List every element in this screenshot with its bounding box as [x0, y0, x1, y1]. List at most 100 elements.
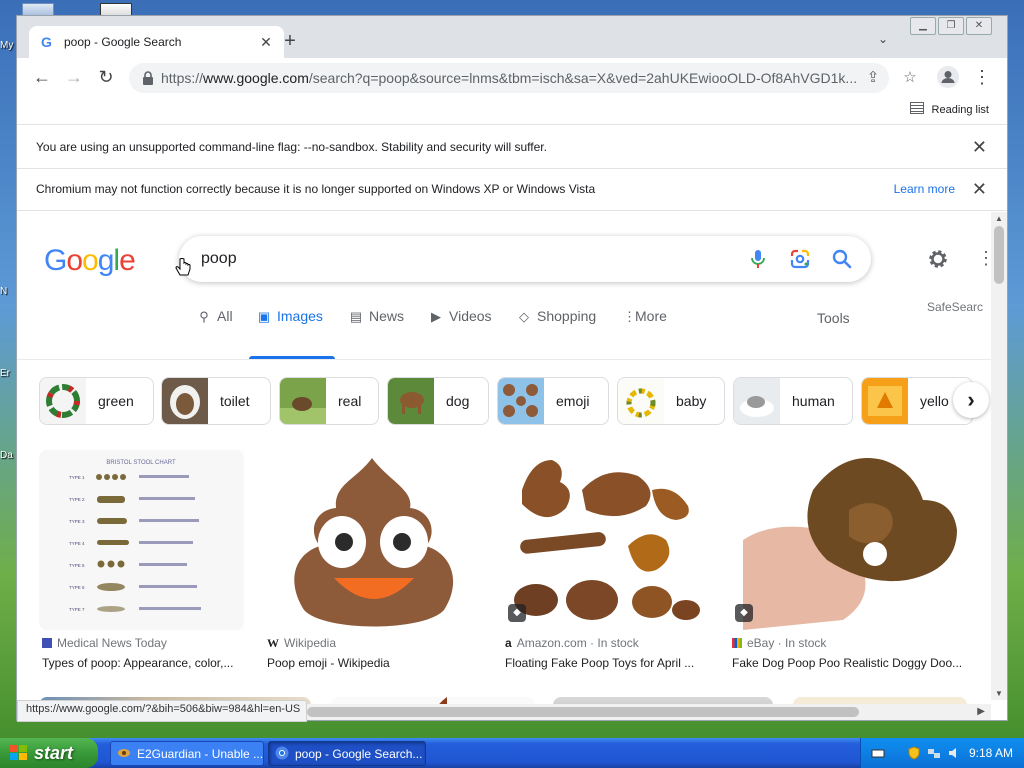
tab-news[interactable]: ▤ News	[349, 308, 404, 325]
apps-menu-icon[interactable]: ⋮	[977, 248, 991, 269]
e2guardian-icon	[118, 749, 130, 757]
tab-label: Images	[277, 308, 323, 324]
chip-emoji[interactable]: emoji	[497, 377, 609, 425]
chevron-right-icon[interactable]: ›	[953, 382, 989, 418]
search-icon: ⚲	[199, 309, 209, 324]
volume-icon[interactable]	[947, 746, 961, 760]
image-result-partial[interactable]	[331, 697, 535, 704]
result-title[interactable]: Floating Fake Poop Toys for April ...	[505, 656, 694, 670]
fake-dog-poop-image	[729, 450, 967, 630]
minimize-button[interactable]: ▁	[910, 17, 936, 35]
taskbar-item-label: poop - Google Search...	[295, 747, 423, 761]
search-input[interactable]: poop	[201, 250, 237, 268]
google-lens-icon[interactable]	[789, 248, 811, 270]
chip-human[interactable]: human	[733, 377, 853, 425]
back-button[interactable]: ←	[31, 66, 53, 88]
new-tab-button[interactable]: +	[279, 30, 301, 52]
search-box[interactable]: poop	[179, 236, 871, 282]
tab-more[interactable]: ⋮More	[623, 308, 667, 325]
image-result[interactable]: W Wikipedia Poop emoji - Wikipedia	[264, 450, 484, 680]
chip-real[interactable]: real	[279, 377, 379, 425]
bookmark-star-icon[interactable]: ☆	[901, 69, 919, 87]
vertical-scrollbar-thumb[interactable]	[994, 226, 1004, 284]
tab-close-icon[interactable]: ✕	[256, 32, 276, 52]
tab-all[interactable]: ⚲ All	[197, 308, 232, 325]
result-thumbnail[interactable]	[502, 450, 710, 630]
security-shield-icon[interactable]	[907, 746, 921, 760]
chip-toilet[interactable]: toilet	[161, 377, 271, 425]
close-window-button[interactable]: ✕	[966, 17, 992, 35]
stool-type-label: TYPE 5	[69, 563, 85, 568]
browser-menu-icon[interactable]: ⋮	[973, 66, 991, 88]
tab-strip: G poop - Google Search ✕ + ⌄ ▁ ❐ ✕	[17, 16, 1007, 58]
browser-toolbar: ← → ↻ https://www.google.com/search?q=po…	[17, 58, 1007, 96]
scroll-down-arrow-icon[interactable]: ▼	[995, 689, 1003, 698]
play-icon: ▶	[431, 309, 441, 324]
safesearch-button[interactable]: SafeSearc	[927, 300, 983, 314]
learn-more-link[interactable]: Learn more	[894, 182, 955, 196]
tab-search-chevron-icon[interactable]: ⌄	[878, 32, 888, 46]
address-bar[interactable]: https://www.google.com/search?q=poop&sou…	[129, 63, 889, 93]
result-title[interactable]: Fake Dog Poop Poo Realistic Doggy Doo...	[732, 656, 962, 670]
infobar-text: Chromium may not function correctly beca…	[36, 182, 596, 196]
vertical-scrollbar[interactable]: ▲ ▼	[991, 212, 1007, 700]
image-result-partial[interactable]	[793, 697, 967, 704]
search-icon[interactable]	[831, 248, 853, 270]
result-thumbnail[interactable]	[264, 450, 482, 630]
horizontal-scrollbar-thumb[interactable]	[307, 707, 859, 717]
result-thumbnail[interactable]	[729, 450, 967, 630]
profile-avatar-icon[interactable]	[937, 66, 959, 88]
result-thumbnail[interactable]: BRISTOL STOOL CHART TYPE 1 TYPE 2 TYPE 3…	[39, 450, 244, 630]
scroll-up-arrow-icon[interactable]: ▲	[995, 214, 1003, 223]
chip-label: baby	[676, 393, 707, 409]
result-source: W Wikipedia	[267, 636, 336, 651]
restore-button[interactable]: ❐	[938, 17, 964, 35]
reading-list-label: Reading list	[931, 104, 989, 116]
result-title[interactable]: Types of poop: Appearance, color,...	[42, 656, 233, 670]
google-favicon-icon: G	[41, 35, 52, 49]
reading-list-icon	[909, 102, 924, 114]
partial-thumbnail	[439, 697, 447, 704]
url-scheme: https://	[161, 70, 204, 86]
forward-button[interactable]: →	[63, 66, 85, 88]
image-result[interactable]: ◆ eBay · In stock Fake Dog Poop Poo Real…	[729, 450, 969, 680]
stool-type-label: TYPE 4	[69, 541, 85, 546]
tools-button[interactable]: Tools	[817, 310, 850, 326]
start-button[interactable]: start	[0, 738, 98, 768]
taskbar-item-e2guardian[interactable]: E2Guardian - Unable ...	[110, 741, 264, 766]
image-result[interactable]: ◆ a Amazon.com · In stock Floating Fake P…	[502, 450, 717, 680]
image-result[interactable]: BRISTOL STOOL CHART TYPE 1 TYPE 2 TYPE 3…	[39, 450, 249, 680]
tab-images[interactable]: ▣ Images	[257, 308, 323, 325]
stool-type-label: TYPE 2	[69, 497, 85, 502]
reading-list-button[interactable]: Reading list	[909, 102, 989, 116]
reload-button[interactable]: ↻	[95, 66, 117, 88]
image-result-partial[interactable]	[553, 697, 773, 704]
network-icon[interactable]	[927, 746, 941, 760]
start-label: start	[34, 743, 74, 763]
result-title[interactable]: Poop emoji - Wikipedia	[267, 656, 390, 670]
windows-logo-icon	[10, 745, 27, 760]
stool-type-label: TYPE 3	[69, 519, 85, 524]
tab-google-search[interactable]: G poop - Google Search ✕	[29, 26, 284, 58]
chip-dog[interactable]: dog	[387, 377, 489, 425]
gear-icon[interactable]	[927, 248, 949, 270]
infobar-close-icon[interactable]: ✕	[972, 137, 987, 158]
tab-videos[interactable]: ▶ Videos	[429, 308, 492, 325]
chip-thumbnail	[498, 378, 544, 424]
chip-baby[interactable]: baby	[617, 377, 725, 425]
infobar-close-icon[interactable]: ✕	[972, 179, 987, 200]
tab-shopping[interactable]: ◇ Shopping	[517, 308, 596, 325]
chip-label: toilet	[220, 393, 250, 409]
keyboard-icon[interactable]	[871, 746, 885, 760]
tab-label: Videos	[449, 308, 492, 324]
share-icon[interactable]: ⇪	[864, 69, 882, 87]
chip-green[interactable]: green	[39, 377, 154, 425]
logo-letter: o	[82, 244, 99, 277]
chip-thumbnail	[280, 378, 326, 424]
google-logo[interactable]: Google	[44, 244, 136, 278]
microphone-icon[interactable]	[747, 248, 769, 270]
stool-type-label: TYPE 1	[69, 475, 85, 480]
taskbar-item-google-search[interactable]: poop - Google Search...	[268, 741, 426, 766]
scroll-right-arrow-icon[interactable]: ▶	[977, 706, 985, 717]
logo-letter: G	[44, 244, 67, 277]
